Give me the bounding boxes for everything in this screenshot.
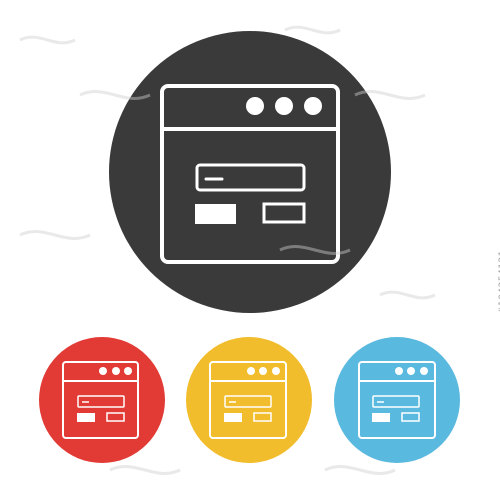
window-dot-yellow-3-icon	[272, 367, 280, 375]
red-circle-background	[39, 337, 165, 463]
window-dot-red-1-icon	[99, 367, 107, 375]
browser-window-icon-blue	[334, 337, 460, 463]
browser-window-icon-yellow	[186, 337, 312, 463]
window-dot-red-3-icon	[124, 367, 132, 375]
window-dot-blue-2-icon	[407, 367, 415, 375]
yellow-circle-background	[186, 337, 312, 463]
dark-circle-background	[109, 31, 391, 313]
window-dot-blue-3-icon	[420, 367, 428, 375]
window-dot-blue-1-icon	[395, 367, 403, 375]
browser-window-icon-large	[109, 31, 391, 313]
window-dot-2-icon	[275, 97, 293, 115]
window-dot-red-2-icon	[112, 367, 120, 375]
window-dot-yellow-1-icon	[247, 367, 255, 375]
icon-set-canvas	[39, 31, 460, 463]
window-dot-yellow-2-icon	[259, 367, 267, 375]
primary-button-blue	[372, 413, 390, 422]
browser-window-icon-red	[39, 337, 165, 463]
primary-button-red	[77, 413, 95, 422]
blue-circle-background	[334, 337, 460, 463]
primary-button-yellow	[224, 413, 242, 422]
primary-button-shape	[195, 204, 236, 224]
window-dot-1-icon	[246, 97, 264, 115]
window-dot-3-icon	[304, 97, 322, 115]
